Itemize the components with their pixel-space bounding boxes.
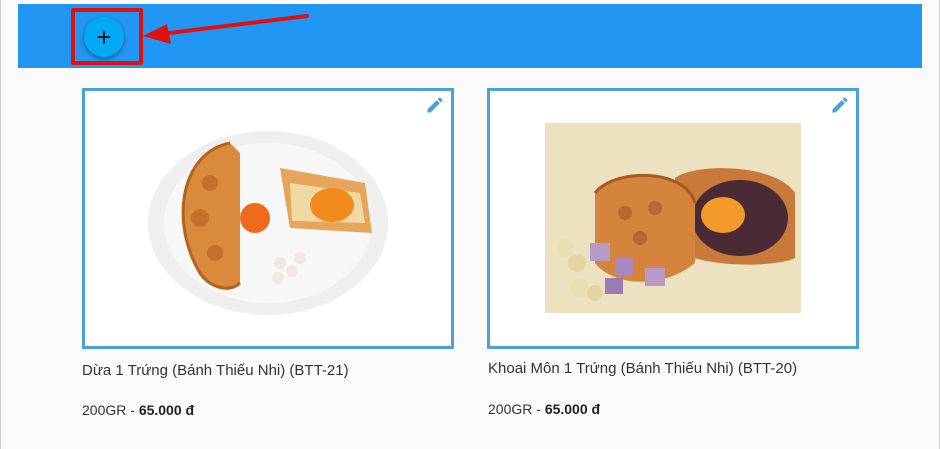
price-separator: -: [532, 401, 545, 417]
price-separator: -: [126, 402, 139, 418]
product-weight: 200GR: [82, 402, 127, 418]
product-weight: 200GR: [488, 401, 533, 417]
product-image: [545, 123, 801, 313]
product-price: 65.000 đ: [544, 401, 601, 417]
product-image: [140, 123, 396, 315]
add-product-button[interactable]: +: [84, 17, 124, 57]
annotation-arrow: [143, 14, 309, 44]
product-card[interactable]: [487, 88, 859, 349]
pencil-icon[interactable]: [425, 95, 445, 115]
product-price-line: 200GR - 65.000 đ: [82, 402, 194, 418]
product-name[interactable]: Khoai Môn 1 Trứng (Bánh Thiếu Nhi) (BTT-…: [488, 360, 797, 377]
product-name[interactable]: Dừa 1 Trứng (Bánh Thiếu Nhi) (BTT-21): [82, 362, 349, 379]
product-price-line: 200GR - 65.000 đ: [488, 401, 600, 417]
app-frame: + Dừa 1 Trứng (Bánh Thiếu Nhi) (BTT-21) …: [0, 0, 940, 449]
plus-icon: +: [96, 22, 112, 52]
product-price: 65.000 đ: [138, 402, 195, 418]
product-card[interactable]: [82, 88, 454, 349]
pencil-icon[interactable]: [830, 95, 850, 115]
